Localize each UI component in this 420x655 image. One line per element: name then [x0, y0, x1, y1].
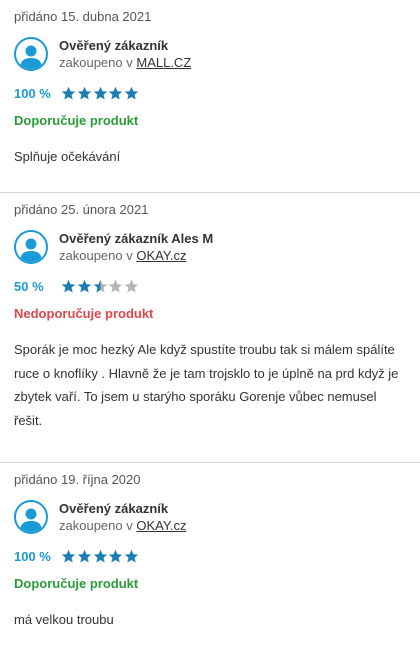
rating-row: 100 %: [14, 84, 406, 102]
rating-percent: 50 %: [14, 278, 44, 294]
recommendation-verdict: Doporučuje produkt: [14, 113, 139, 128]
author-name: Ověřený zákazník: [59, 38, 169, 53]
purchase-info: zakoupeno v MALL.CZ: [59, 54, 191, 71]
star-icon: [93, 86, 107, 99]
star-icon: [77, 86, 91, 99]
purchase-prefix: zakoupeno v: [59, 518, 133, 533]
shop-link[interactable]: OKAY.cz: [136, 518, 186, 533]
review-date: přidáno 25. února 2021: [14, 202, 149, 217]
review-date: přidáno 15. dubna 2021: [14, 9, 152, 24]
star-icon: [109, 86, 123, 99]
user-avatar-icon: [14, 500, 48, 534]
star-icon: [93, 549, 107, 562]
author-name: Ověřený zákazník Ales M: [59, 231, 214, 246]
star-icon: [124, 549, 139, 562]
purchase-info: zakoupeno v OKAY.cz: [59, 247, 213, 264]
rating-percent: 100 %: [14, 548, 51, 564]
star-icon: [109, 279, 123, 292]
star-icon: [124, 279, 139, 292]
star-icon: [77, 279, 91, 292]
star-icon: [61, 279, 76, 292]
review-item: přidáno 19. října 2020 Ověřený zákazník …: [0, 463, 420, 655]
review-date: přidáno 19. října 2020: [14, 472, 141, 487]
star-rating: [61, 549, 140, 564]
review-text: Sporák je moc hezký Ale když spustíte tr…: [14, 342, 399, 428]
recommendation-verdict: Doporučuje produkt: [14, 576, 139, 591]
review-text: Splňuje očekávání: [14, 149, 121, 164]
shop-link[interactable]: OKAY.cz: [136, 248, 186, 263]
review-author-row: Ověřený zákazník zakoupeno v OKAY.cz: [14, 499, 406, 535]
review-item: přidáno 25. února 2021 Ověřený zákazník …: [0, 193, 420, 463]
purchase-info: zakoupeno v OKAY.cz: [59, 517, 186, 534]
star-icon: [61, 86, 76, 99]
star-icon: [77, 549, 91, 562]
star-icon: [124, 86, 139, 99]
rating-row: 50 %: [14, 277, 406, 295]
star-icon: [109, 549, 123, 562]
user-avatar-icon: [14, 230, 48, 264]
star-rating: [61, 279, 140, 294]
review-text: má velkou troubu: [14, 612, 114, 627]
recommendation-verdict: Nedoporučuje produkt: [14, 306, 154, 321]
review-item: přidáno 15. dubna 2021 Ověřený zákazník …: [0, 0, 420, 193]
review-author-row: Ověřený zákazník zakoupeno v MALL.CZ: [14, 36, 406, 72]
star-rating: [61, 86, 140, 101]
review-author-row: Ověřený zákazník Ales M zakoupeno v OKAY…: [14, 229, 406, 265]
user-avatar-icon: [14, 37, 48, 71]
purchase-prefix: zakoupeno v: [59, 55, 133, 70]
shop-link[interactable]: MALL.CZ: [136, 55, 191, 70]
purchase-prefix: zakoupeno v: [59, 248, 133, 263]
rating-row: 100 %: [14, 547, 406, 565]
rating-percent: 100 %: [14, 85, 51, 101]
star-icon: [93, 279, 107, 292]
star-icon: [61, 549, 76, 562]
author-name: Ověřený zákazník: [59, 501, 169, 516]
